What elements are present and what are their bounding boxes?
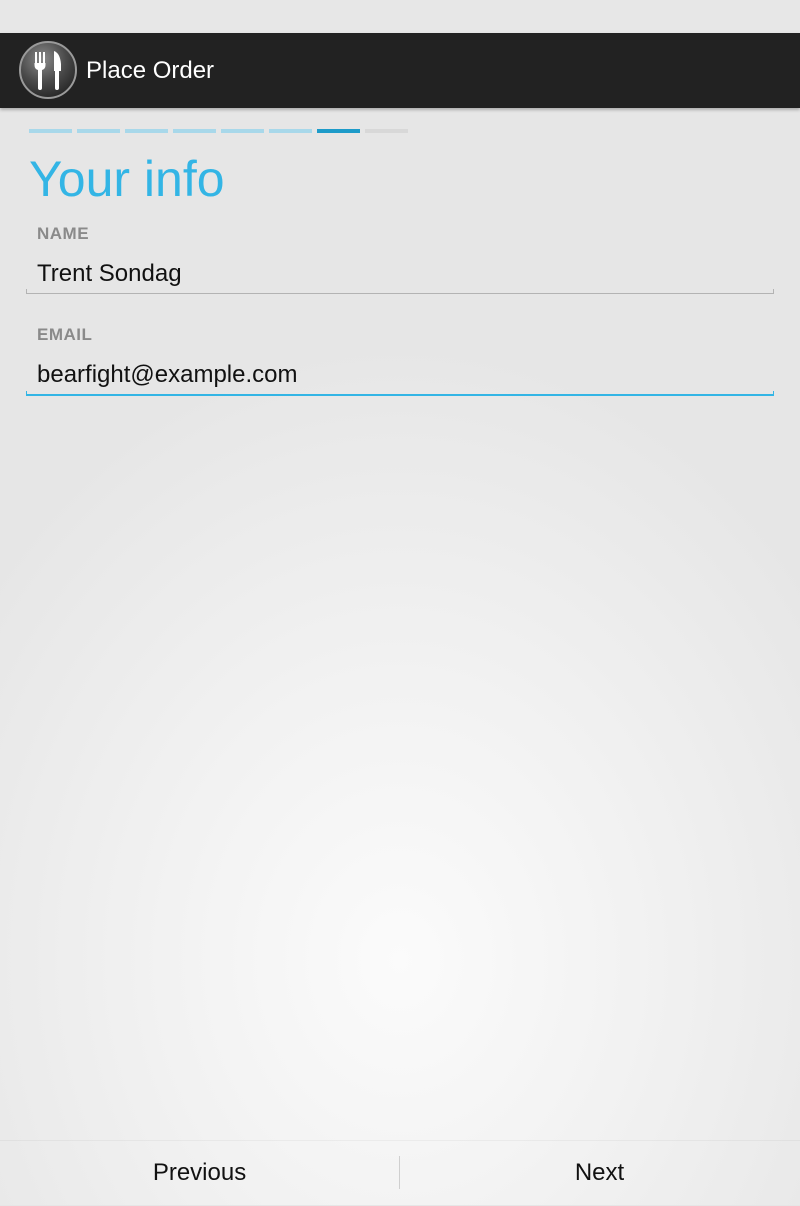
email-label: EMAIL	[37, 325, 93, 344]
step-segment-6	[269, 129, 312, 133]
next-button[interactable]: Next	[400, 1140, 799, 1205]
email-field[interactable]: bearfight@example.com	[37, 360, 297, 390]
email-field-underline	[26, 391, 774, 396]
step-segment-1	[29, 129, 72, 133]
step-segment-5	[221, 129, 264, 133]
name-field[interactable]: Trent Sondag	[37, 259, 182, 289]
fork-knife-icon[interactable]	[18, 40, 78, 100]
app-title: Place Order	[86, 57, 215, 84]
step-segment-7	[317, 129, 360, 133]
name-label: NAME	[37, 224, 90, 243]
name-field-underline	[26, 289, 774, 294]
step-segment-8	[365, 129, 408, 133]
step-segment-4	[173, 129, 216, 133]
button-bar: Previous Next	[0, 1140, 800, 1205]
status-bar	[0, 0, 800, 33]
page-title: Your info	[29, 151, 225, 207]
previous-button[interactable]: Previous	[0, 1140, 399, 1205]
step-segment-3	[125, 129, 168, 133]
step-segment-2	[77, 129, 120, 133]
action-bar: Place Order	[0, 33, 800, 108]
